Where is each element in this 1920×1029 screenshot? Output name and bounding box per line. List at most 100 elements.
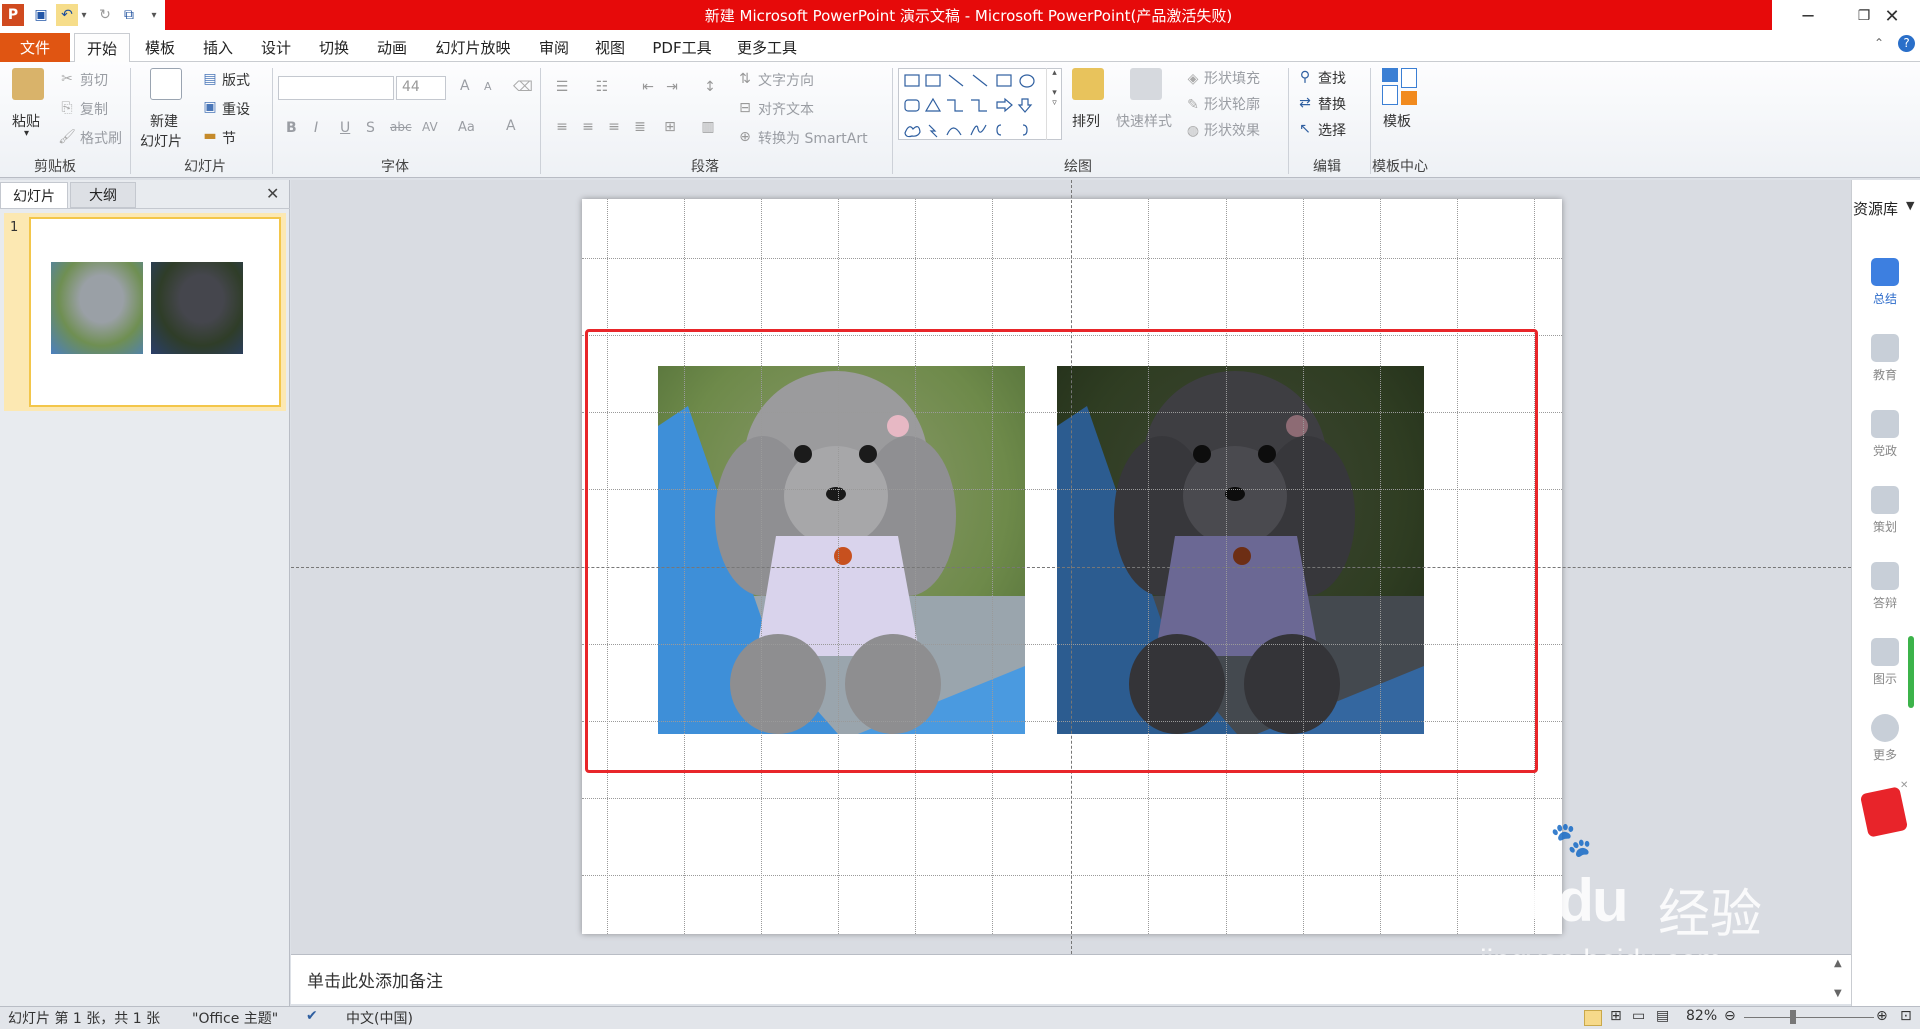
close-promo-icon[interactable]: ✕ bbox=[1900, 780, 1908, 791]
shape-outline-button[interactable]: 形状轮廓 bbox=[1204, 94, 1260, 114]
notes-scroll-down[interactable]: ▼ bbox=[1834, 988, 1842, 999]
resource-dropdown-icon[interactable]: ▼ bbox=[1906, 199, 1914, 212]
underline-button[interactable]: U bbox=[340, 120, 350, 136]
bullets-icon[interactable]: ☰ bbox=[552, 78, 572, 96]
strikethrough-button[interactable]: abc bbox=[390, 120, 412, 134]
new-slide-label[interactable]: 新建 bbox=[150, 111, 178, 131]
resource-library-title[interactable]: 资源库 bbox=[1853, 198, 1898, 219]
italic-button[interactable]: I bbox=[314, 120, 318, 136]
font-color-button[interactable]: A bbox=[506, 118, 516, 134]
save-icon[interactable]: ▣ bbox=[30, 4, 52, 26]
align-right-icon[interactable]: ≡ bbox=[604, 118, 624, 136]
notes-scroll-up[interactable]: ▲ bbox=[1834, 958, 1842, 969]
tab-home[interactable]: 开始 bbox=[74, 33, 130, 63]
find-button[interactable]: 查找 bbox=[1318, 68, 1346, 88]
fit-to-window-icon[interactable]: ⊡ bbox=[1900, 1008, 1912, 1024]
slide-sorter-icon[interactable]: ⊞ bbox=[1610, 1008, 1622, 1024]
zoom-level[interactable]: 82% bbox=[1686, 1008, 1717, 1024]
undo-dropdown-icon[interactable]: ▾ bbox=[78, 4, 90, 26]
char-spacing-button[interactable]: AV bbox=[422, 120, 438, 134]
align-text-icon: ⊟ bbox=[739, 100, 751, 116]
text-direction-button[interactable]: 文字方向 bbox=[758, 70, 814, 90]
font-name-combo[interactable] bbox=[278, 76, 394, 100]
tab-pdf-tools[interactable]: PDF工具 bbox=[648, 33, 716, 62]
bold-button[interactable]: B bbox=[286, 120, 297, 136]
shapes-gallery-scroll[interactable]: ▴ ▾ ▿ bbox=[1046, 68, 1062, 140]
tab-slides-pane[interactable]: 幻灯片 bbox=[0, 182, 68, 208]
quick-styles-button[interactable]: 快速样式 bbox=[1116, 111, 1172, 131]
decrease-indent-icon[interactable]: ⇤ bbox=[638, 78, 658, 96]
panel-scrollbar[interactable] bbox=[1908, 636, 1914, 708]
format-painter-button[interactable]: 格式刷 bbox=[80, 128, 122, 148]
zoom-in-icon[interactable]: ⊕ bbox=[1876, 1008, 1888, 1024]
align-left-icon[interactable]: ≡ bbox=[552, 118, 572, 136]
resource-item-planning[interactable]: 策划 bbox=[1862, 486, 1908, 535]
notes-pane[interactable]: 单击此处添加备注 bbox=[291, 954, 1851, 1004]
align-text-button[interactable]: 对齐文本 bbox=[758, 99, 814, 119]
tab-review[interactable]: 审阅 bbox=[532, 33, 576, 62]
tab-file[interactable]: 文件 bbox=[0, 33, 70, 62]
reading-view-icon[interactable]: ▭ bbox=[1632, 1008, 1645, 1024]
select-button[interactable]: 选择 bbox=[1318, 120, 1346, 140]
shrink-font-button[interactable]: A bbox=[484, 80, 492, 93]
tab-more-tools[interactable]: 更多工具 bbox=[730, 33, 804, 62]
convert-smartart-button[interactable]: 转换为 SmartArt bbox=[758, 128, 868, 148]
font-size-combo[interactable]: 44 bbox=[396, 76, 446, 100]
zoom-slider-track[interactable] bbox=[1744, 1017, 1874, 1018]
change-case-button[interactable]: Aa bbox=[458, 120, 475, 135]
help-icon[interactable]: ? bbox=[1898, 35, 1915, 52]
slideshow-quick-icon[interactable]: ⧉ bbox=[118, 4, 140, 26]
template-button[interactable]: 模板 bbox=[1383, 111, 1411, 131]
shape-fill-button[interactable]: 形状填充 bbox=[1204, 68, 1260, 88]
zoom-out-icon[interactable]: ⊖ bbox=[1724, 1008, 1736, 1024]
minimize-icon[interactable]: ─ bbox=[1780, 0, 1836, 32]
tab-slideshow[interactable]: 幻灯片放映 bbox=[428, 33, 518, 62]
grow-font-button[interactable]: A bbox=[460, 78, 470, 94]
slide-thumbnail-1[interactable] bbox=[29, 217, 281, 407]
layout-button[interactable]: 版式 bbox=[222, 70, 250, 90]
tab-transitions[interactable]: 切换 bbox=[312, 33, 356, 62]
arrange-button[interactable]: 排列 bbox=[1072, 111, 1100, 131]
redo-icon[interactable]: ↻ bbox=[94, 4, 116, 26]
close-window-icon[interactable]: ✕ bbox=[1864, 0, 1920, 32]
copy-button[interactable]: 复制 bbox=[80, 99, 108, 119]
distribute-icon[interactable]: ⊞ bbox=[660, 118, 680, 136]
slideshow-view-icon[interactable]: ▤ bbox=[1656, 1008, 1669, 1024]
resource-item-defense[interactable]: 答辩 bbox=[1862, 562, 1908, 611]
shapes-gallery[interactable] bbox=[898, 68, 1062, 140]
normal-view-icon[interactable] bbox=[1584, 1010, 1602, 1026]
new-slide-button[interactable]: 幻灯片 bbox=[140, 131, 182, 151]
shadow-button[interactable]: S bbox=[366, 120, 375, 136]
reset-button[interactable]: 重设 bbox=[222, 99, 250, 119]
shape-effects-button[interactable]: 形状效果 bbox=[1204, 120, 1260, 140]
line-spacing-icon[interactable]: ↕ bbox=[700, 78, 720, 96]
tab-template[interactable]: 模板 bbox=[138, 33, 182, 62]
clear-format-icon[interactable]: ⌫ bbox=[513, 78, 533, 96]
zoom-slider-thumb[interactable] bbox=[1790, 1010, 1796, 1024]
resource-item-summary[interactable]: 总结 bbox=[1862, 258, 1908, 307]
undo-icon[interactable]: ↶ bbox=[56, 4, 78, 26]
shape-effects-icon: ◍ bbox=[1186, 123, 1200, 139]
section-button[interactable]: 节 bbox=[222, 128, 236, 148]
resource-item-education[interactable]: 教育 bbox=[1862, 334, 1908, 383]
close-pane-icon[interactable]: ✕ bbox=[266, 184, 279, 203]
tab-view[interactable]: 视图 bbox=[588, 33, 632, 62]
language-status[interactable]: 中文(中国) bbox=[346, 1008, 413, 1028]
columns-icon[interactable]: ▥ bbox=[698, 118, 718, 136]
collapse-ribbon-icon[interactable]: ⌃ bbox=[1874, 36, 1884, 50]
customize-qat-icon[interactable]: ▾ bbox=[148, 4, 160, 26]
tab-design[interactable]: 设计 bbox=[254, 33, 298, 62]
tab-outline-pane[interactable]: 大纲 bbox=[70, 182, 136, 208]
cut-button[interactable]: 剪切 bbox=[80, 70, 108, 90]
tab-animations[interactable]: 动画 bbox=[370, 33, 414, 62]
resource-item-party-government[interactable]: 党政 bbox=[1862, 410, 1908, 459]
resource-item-diagram[interactable]: 图示 bbox=[1862, 638, 1908, 687]
increase-indent-icon[interactable]: ⇥ bbox=[662, 78, 682, 96]
tab-insert[interactable]: 插入 bbox=[196, 33, 240, 62]
resource-item-more[interactable]: 更多 bbox=[1862, 714, 1908, 763]
justify-icon[interactable]: ≣ bbox=[630, 118, 650, 136]
align-center-icon[interactable]: ≡ bbox=[578, 118, 598, 136]
replace-button[interactable]: 替换 bbox=[1318, 94, 1346, 114]
spellcheck-icon[interactable]: ✔ bbox=[306, 1008, 318, 1024]
numbering-icon[interactable]: ☷ bbox=[592, 78, 612, 96]
